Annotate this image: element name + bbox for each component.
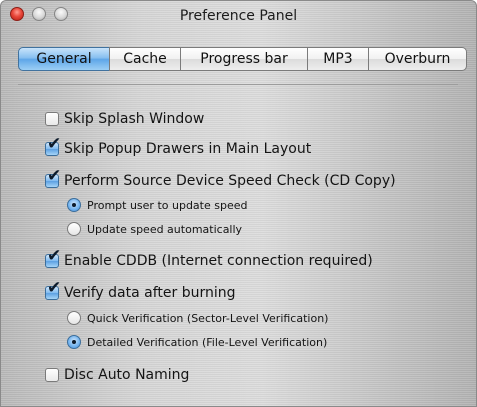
preference-window: Preference Panel General Cache Progress …	[0, 0, 477, 407]
tab-mp3[interactable]: MP3	[307, 47, 369, 71]
checkmark-icon: ✔	[47, 166, 62, 186]
speed-auto-label[interactable]: Update speed automatically	[87, 223, 242, 236]
skip-splash-checkbox[interactable]	[45, 112, 59, 126]
tab-cache[interactable]: Cache	[109, 47, 181, 71]
verify-detailed-option[interactable]: Detailed Verification (File-Level Verifi…	[67, 331, 327, 353]
checkmark-icon: ✔	[47, 278, 62, 298]
speed-auto-option[interactable]: Update speed automatically	[67, 218, 242, 240]
window-title: Preference Panel	[179, 8, 298, 24]
disc-auto-naming-option[interactable]: Disc Auto Naming	[45, 364, 189, 386]
enable-cddb-checkbox[interactable]: ✔	[45, 248, 61, 268]
disc-auto-naming-label[interactable]: Disc Auto Naming	[64, 367, 189, 383]
checkmark-icon: ✔	[47, 134, 62, 154]
radio-dot-icon	[72, 203, 76, 207]
speed-check-label[interactable]: Perform Source Device Speed Check (CD Co…	[64, 173, 396, 189]
tab-progress-bar[interactable]: Progress bar	[180, 47, 308, 71]
verify-detailed-label[interactable]: Detailed Verification (File-Level Verifi…	[87, 336, 327, 349]
tab-general[interactable]: General	[18, 47, 110, 71]
verify-data-checkbox[interactable]: ✔	[45, 280, 61, 300]
speed-prompt-radio[interactable]	[67, 198, 81, 212]
verify-quick-option[interactable]: Quick Verification (Sector-Level Verific…	[67, 307, 328, 329]
tab-overburn[interactable]: Overburn	[368, 47, 467, 71]
speed-prompt-label[interactable]: Prompt user to update speed	[87, 199, 247, 212]
title-bar[interactable]: Preference Panel	[1, 1, 476, 35]
verify-quick-label[interactable]: Quick Verification (Sector-Level Verific…	[87, 312, 328, 325]
radio-dot-icon	[72, 340, 76, 344]
enable-cddb-label[interactable]: Enable CDDB (Internet connection require…	[64, 253, 373, 269]
verify-data-label[interactable]: Verify data after burning	[64, 285, 236, 301]
skip-popup-drawers-checkbox[interactable]: ✔	[45, 136, 61, 156]
checkmark-icon: ✔	[47, 246, 62, 266]
skip-popup-drawers-option[interactable]: ✔ Skip Popup Drawers in Main Layout	[45, 136, 311, 160]
verify-data-option[interactable]: ✔ Verify data after burning	[45, 280, 236, 304]
verify-quick-radio[interactable]	[67, 311, 81, 325]
skip-popup-drawers-label[interactable]: Skip Popup Drawers in Main Layout	[64, 141, 311, 157]
enable-cddb-option[interactable]: ✔ Enable CDDB (Internet connection requi…	[45, 248, 373, 272]
speed-check-option[interactable]: ✔ Perform Source Device Speed Check (CD …	[45, 168, 396, 192]
disc-auto-naming-checkbox[interactable]	[45, 368, 59, 382]
speed-check-checkbox[interactable]: ✔	[45, 168, 61, 188]
skip-splash-label[interactable]: Skip Splash Window	[64, 111, 204, 127]
skip-splash-option[interactable]: Skip Splash Window	[45, 108, 204, 130]
speed-auto-radio[interactable]	[67, 222, 81, 236]
verify-detailed-radio[interactable]	[67, 335, 81, 349]
tab-bar: General Cache Progress bar MP3 Overburn	[18, 47, 467, 73]
speed-prompt-option[interactable]: Prompt user to update speed	[67, 194, 247, 216]
